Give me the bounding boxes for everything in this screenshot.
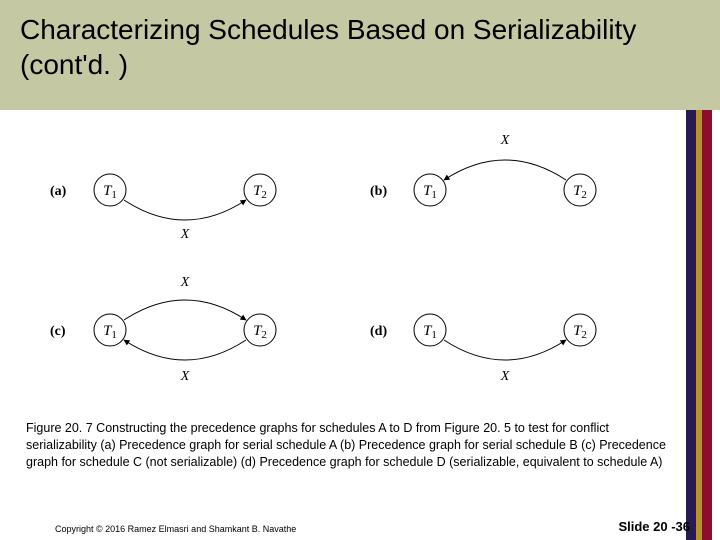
edge-b xyxy=(444,160,566,180)
slide-number: Slide 20 -36 xyxy=(618,519,690,534)
precedence-graphs-svg: (a) T1 T2 X (b) T1 T2 X (c) T1 T2 X X (d… xyxy=(40,130,680,410)
part-b-label: (b) xyxy=(370,184,387,199)
footer: Copyright © 2016 Ramez Elmasri and Shamk… xyxy=(0,519,720,534)
page-title: Characterizing Schedules Based on Serial… xyxy=(20,12,700,82)
copyright-text: Copyright © 2016 Ramez Elmasri and Shamk… xyxy=(55,524,296,534)
edge-c-top xyxy=(124,300,246,320)
edge-c-top-label: X xyxy=(180,275,190,290)
edge-d xyxy=(444,340,566,360)
part-d-label: (d) xyxy=(370,324,387,339)
edge-c-bottom xyxy=(124,340,246,360)
figure-area: (a) T1 T2 X (b) T1 T2 X (c) T1 T2 X X (d… xyxy=(40,130,680,410)
right-decor-stripe xyxy=(686,110,712,540)
edge-c-bottom-label: X xyxy=(180,369,190,384)
part-a-label: (a) xyxy=(50,184,67,199)
title-bar: Characterizing Schedules Based on Serial… xyxy=(0,0,720,110)
edge-a-label: X xyxy=(180,227,190,242)
figure-caption: Figure 20. 7 Constructing the precedence… xyxy=(26,420,680,471)
part-c-label: (c) xyxy=(50,324,66,339)
edge-d-label: X xyxy=(500,369,510,384)
edge-a xyxy=(124,200,246,220)
edge-b-label: X xyxy=(500,133,510,148)
